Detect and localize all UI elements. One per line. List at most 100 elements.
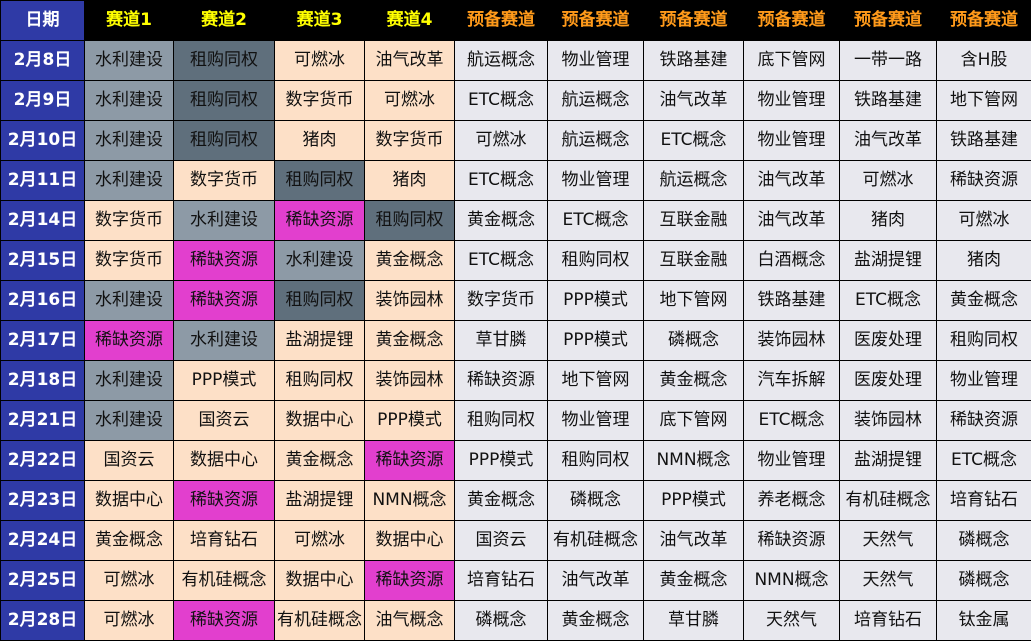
row-date: 2月23日: [0, 480, 85, 521]
row-date: 2月22日: [0, 440, 85, 481]
reserve-track-cell: ETC概念: [743, 400, 840, 441]
track-cell: 盐湖提锂: [274, 320, 365, 361]
track-cell: 装饰园林: [364, 280, 455, 321]
reserve-track-cell: NMN概念: [643, 440, 744, 481]
reserve-track-cell: 稀缺资源: [936, 160, 1031, 201]
reserve-track-cell: 装饰园林: [839, 400, 937, 441]
reserve-track-cell: 物业管理: [743, 440, 840, 481]
reserve-track-cell: 白酒概念: [743, 240, 840, 281]
track-cell: 可燃冰: [84, 560, 174, 601]
track-cell: 黄金概念: [274, 440, 365, 481]
reserve-track-cell: 航运概念: [454, 40, 548, 81]
track-schedule-table: 日期 赛道1 赛道2 赛道3 赛道4 预备赛道 预备赛道 预备赛道 预备赛道 预…: [0, 0, 1031, 641]
reserve-track-cell: 租购同权: [454, 400, 548, 441]
row-date: 2月25日: [0, 560, 85, 601]
header-date: 日期: [0, 0, 85, 41]
reserve-track-cell: 猪肉: [936, 240, 1031, 281]
reserve-track-cell: 物业管理: [547, 40, 644, 81]
track-cell: 数据中心: [84, 480, 174, 521]
table-row: 2月18日 水利建设 PPP模式 租购同权 装饰园林 稀缺资源 地下管网 黄金概念 汽车拆解 医废…: [0, 360, 1031, 401]
reserve-track-cell: 磷概念: [454, 600, 548, 641]
track-cell: PPP模式: [173, 360, 275, 401]
track-cell: 数字货币: [173, 160, 275, 201]
track-cell: 水利建设: [84, 400, 174, 441]
table-row: 2月21日 水利建设 国资云 数据中心 PPP模式 租购同权 物业管理 底下管网 ETC概念 装饰…: [0, 400, 1031, 441]
reserve-track-cell: 装饰园林: [743, 320, 840, 361]
reserve-track-cell: ETC概念: [454, 160, 548, 201]
track-cell: 数据中心: [173, 440, 275, 481]
track-cell: 装饰园林: [364, 360, 455, 401]
reserve-track-cell: 稀缺资源: [936, 400, 1031, 441]
track-cell: 稀缺资源: [84, 320, 174, 361]
reserve-track-cell: 油气改革: [547, 560, 644, 601]
track-cell: 数据中心: [364, 520, 455, 561]
reserve-track-cell: ETC概念: [454, 80, 548, 121]
table-row: 2月22日 国资云 数据中心 黄金概念 稀缺资源 PPP模式 租购同权 NMN概念 物业管理 盐湖…: [0, 440, 1031, 481]
table-row: 2月17日 稀缺资源 水利建设 盐湖提锂 黄金概念 草甘膦 PPP模式 磷概念 装饰园林 医废处理…: [0, 320, 1031, 361]
reserve-track-cell: 培育钻石: [936, 480, 1031, 521]
reserve-track-cell: 黄金概念: [454, 480, 548, 521]
track-cell: 水利建设: [84, 80, 174, 121]
track-cell: 盐湖提锂: [274, 480, 365, 521]
track-cell: 租购同权: [364, 200, 455, 241]
reserve-track-cell: ETC概念: [839, 280, 937, 321]
track-cell: 租购同权: [274, 160, 365, 201]
reserve-track-cell: 底下管网: [743, 40, 840, 81]
reserve-track-cell: 有机硅概念: [547, 520, 644, 561]
reserve-track-cell: 地下管网: [936, 80, 1031, 121]
header-reserve-track: 预备赛道: [839, 0, 937, 41]
reserve-track-cell: 地下管网: [547, 360, 644, 401]
reserve-track-cell: 磷概念: [936, 560, 1031, 601]
reserve-track-cell: 草甘膦: [454, 320, 548, 361]
row-date: 2月21日: [0, 400, 85, 441]
reserve-track-cell: PPP模式: [643, 480, 744, 521]
reserve-track-cell: 租购同权: [547, 440, 644, 481]
track-cell: 水利建设: [84, 120, 174, 161]
track-cell: 稀缺资源: [364, 560, 455, 601]
header-track-3: 赛道3: [274, 0, 365, 41]
reserve-track-cell: 天然气: [839, 560, 937, 601]
row-date: 2月9日: [0, 80, 85, 121]
table-row: 2月28日 可燃冰 稀缺资源 有机硅概念 油气概念 磷概念 黄金概念 草甘膦 天然气 培育钻石 钛金…: [0, 600, 1031, 641]
reserve-track-cell: ETC概念: [643, 120, 744, 161]
reserve-track-cell: 物业管理: [936, 360, 1031, 401]
track-cell: 租购同权: [274, 280, 365, 321]
reserve-track-cell: 物业管理: [547, 160, 644, 201]
reserve-track-cell: 含H股: [936, 40, 1031, 81]
track-cell: 租购同权: [173, 40, 275, 81]
reserve-track-cell: PPP模式: [547, 320, 644, 361]
track-cell: 可燃冰: [364, 80, 455, 121]
reserve-track-cell: 培育钻石: [454, 560, 548, 601]
track-cell: 黄金概念: [84, 520, 174, 561]
track-cell: 数字货币: [274, 80, 365, 121]
reserve-track-cell: 盐湖提锂: [839, 240, 937, 281]
reserve-track-cell: 汽车拆解: [743, 360, 840, 401]
reserve-track-cell: 医废处理: [839, 360, 937, 401]
reserve-track-cell: ETC概念: [936, 440, 1031, 481]
reserve-track-cell: 磷概念: [936, 520, 1031, 561]
reserve-track-cell: 油气改革: [643, 80, 744, 121]
reserve-track-cell: 油气改革: [839, 120, 937, 161]
reserve-track-cell: 国资云: [454, 520, 548, 561]
reserve-track-cell: 一带一路: [839, 40, 937, 81]
reserve-track-cell: 黄金概念: [454, 200, 548, 241]
header-reserve-track: 预备赛道: [743, 0, 840, 41]
track-cell: PPP模式: [364, 400, 455, 441]
header-reserve-track: 预备赛道: [936, 0, 1031, 41]
reserve-track-cell: 磷概念: [547, 480, 644, 521]
row-date: 2月16日: [0, 280, 85, 321]
reserve-track-cell: 物业管理: [743, 80, 840, 121]
reserve-track-cell: NMN概念: [743, 560, 840, 601]
track-cell: 数据中心: [274, 400, 365, 441]
header-reserve-track: 预备赛道: [547, 0, 644, 41]
track-cell: 租购同权: [173, 120, 275, 161]
reserve-track-cell: 稀缺资源: [454, 360, 548, 401]
header-track-1: 赛道1: [84, 0, 174, 41]
row-date: 2月28日: [0, 600, 85, 641]
track-cell: 水利建设: [84, 160, 174, 201]
track-cell: 数字货币: [84, 200, 174, 241]
track-cell: 黄金概念: [364, 240, 455, 281]
table-row: 2月15日 数字货币 稀缺资源 水利建设 黄金概念 ETC概念 租购同权 互联金融 白酒概念 盐湖…: [0, 240, 1031, 281]
header-reserve-track: 预备赛道: [454, 0, 548, 41]
track-cell: 水利建设: [173, 320, 275, 361]
